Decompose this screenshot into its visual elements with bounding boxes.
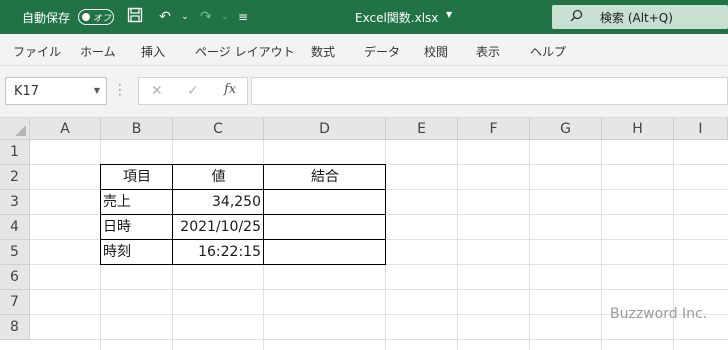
gridline xyxy=(601,140,602,350)
cell-d3[interactable] xyxy=(264,190,386,215)
cell-c5[interactable]: 16:22:15 xyxy=(173,240,264,265)
tab-file[interactable]: ファイル xyxy=(13,43,61,60)
column-header-c[interactable]: C xyxy=(173,118,264,140)
tab-home[interactable]: ホーム xyxy=(80,43,116,60)
row-header-8[interactable]: 8 xyxy=(0,315,30,340)
column-header-h[interactable]: H xyxy=(602,118,674,140)
search-icon xyxy=(570,9,583,22)
ribbon-tabs: ファイル ホーム 挿入 ページ レイアウト 数式 データ 校閲 表示 ヘルプ xyxy=(0,34,728,66)
customize-qat-icon[interactable]: ≡ xyxy=(233,7,253,27)
column-header-e[interactable]: E xyxy=(386,118,458,140)
formula-buttons: ✕ ✓ fx xyxy=(138,77,248,105)
cell-d5[interactable] xyxy=(264,240,386,265)
select-all-button[interactable] xyxy=(0,118,30,140)
cell-d2[interactable]: 結合 xyxy=(264,165,386,190)
tab-page-layout[interactable]: ページ レイアウト xyxy=(195,43,295,60)
search-box[interactable]: 検索 (Alt+Q) xyxy=(552,5,728,29)
cell-d4[interactable] xyxy=(264,215,386,240)
cell-b3[interactable]: 売上 xyxy=(101,190,173,215)
insert-function-icon[interactable]: fx xyxy=(224,82,236,97)
redo-icon[interactable]: ↷ xyxy=(196,7,216,27)
cell-b4[interactable]: 日時 xyxy=(101,215,173,240)
search-label: 検索 (Alt+Q) xyxy=(600,11,673,25)
row-header-2[interactable]: 2 xyxy=(0,165,30,190)
row-header-7[interactable]: 7 xyxy=(0,290,30,315)
row-header-3[interactable]: 3 xyxy=(0,190,30,215)
autosave-toggle[interactable]: オフ xyxy=(78,9,114,25)
table-border xyxy=(100,164,386,165)
column-header-f[interactable]: F xyxy=(458,118,530,140)
autosave-label: 自動保存 xyxy=(22,11,71,25)
toggle-knob xyxy=(82,13,90,21)
title-bar: 自動保存 オフ ↶ ⌄ ↷ ⌄ ≡ Excel関数.xlsx ▼ 検索 (Alt… xyxy=(0,0,728,34)
column-header-b[interactable]: B xyxy=(101,118,173,140)
save-icon[interactable] xyxy=(125,7,145,27)
name-box[interactable]: K17 ▼ xyxy=(5,77,107,105)
tab-review[interactable]: 校閲 xyxy=(424,43,448,60)
name-box-value: K17 xyxy=(14,84,40,99)
table-border xyxy=(172,164,173,265)
row-header-4[interactable]: 4 xyxy=(0,215,30,240)
row-header-5[interactable]: 5 xyxy=(0,240,30,265)
document-title[interactable]: Excel関数.xlsx xyxy=(355,9,438,26)
column-header-d[interactable]: D xyxy=(264,118,386,140)
enter-icon[interactable]: ✓ xyxy=(187,83,199,99)
gridline xyxy=(30,289,728,290)
column-header-g[interactable]: G xyxy=(530,118,602,140)
table-border xyxy=(100,264,386,265)
undo-dropdown-icon[interactable]: ⌄ xyxy=(175,7,195,27)
cancel-icon[interactable]: ✕ xyxy=(151,83,163,99)
cell-c2[interactable]: 値 xyxy=(173,165,264,190)
gridline xyxy=(30,339,728,340)
cell-b2[interactable]: 項目 xyxy=(101,165,173,190)
column-header-a[interactable]: A xyxy=(30,118,101,140)
row-header-1[interactable]: 1 xyxy=(0,140,30,165)
row-header-6[interactable]: 6 xyxy=(0,265,30,290)
cell-c4[interactable]: 2021/10/25 xyxy=(173,215,264,240)
tab-insert[interactable]: 挿入 xyxy=(141,43,165,60)
table-border xyxy=(100,164,101,265)
tab-data[interactable]: データ xyxy=(364,43,400,60)
table-border xyxy=(100,214,386,215)
table-border xyxy=(385,164,386,265)
table-border xyxy=(100,239,386,240)
gridline xyxy=(529,140,530,350)
tab-view[interactable]: 表示 xyxy=(476,43,500,60)
cell-c3[interactable]: 34,250 xyxy=(173,190,264,215)
undo-icon[interactable]: ↶ xyxy=(155,7,175,27)
formula-bar: K17 ▼ · · · ✕ ✓ fx xyxy=(0,66,728,118)
name-box-dropdown-icon[interactable]: ▼ xyxy=(94,86,100,95)
tab-formulas[interactable]: 数式 xyxy=(311,43,335,60)
select-all-triangle-icon xyxy=(15,125,26,136)
title-dropdown-icon[interactable]: ▼ xyxy=(446,10,452,19)
cell-b5[interactable]: 時刻 xyxy=(101,240,173,265)
formula-bar-grip-icon[interactable]: · · · xyxy=(118,79,122,101)
gridline xyxy=(457,140,458,350)
formula-input[interactable] xyxy=(251,77,728,105)
autosave-state: オフ xyxy=(93,14,112,24)
column-header-i[interactable]: I xyxy=(674,118,728,140)
watermark: Buzzword Inc. xyxy=(610,306,708,322)
redo-dropdown-icon[interactable]: ⌄ xyxy=(215,7,235,27)
table-border xyxy=(263,164,264,265)
table-border xyxy=(100,189,386,190)
tab-help[interactable]: ヘルプ xyxy=(530,43,566,60)
